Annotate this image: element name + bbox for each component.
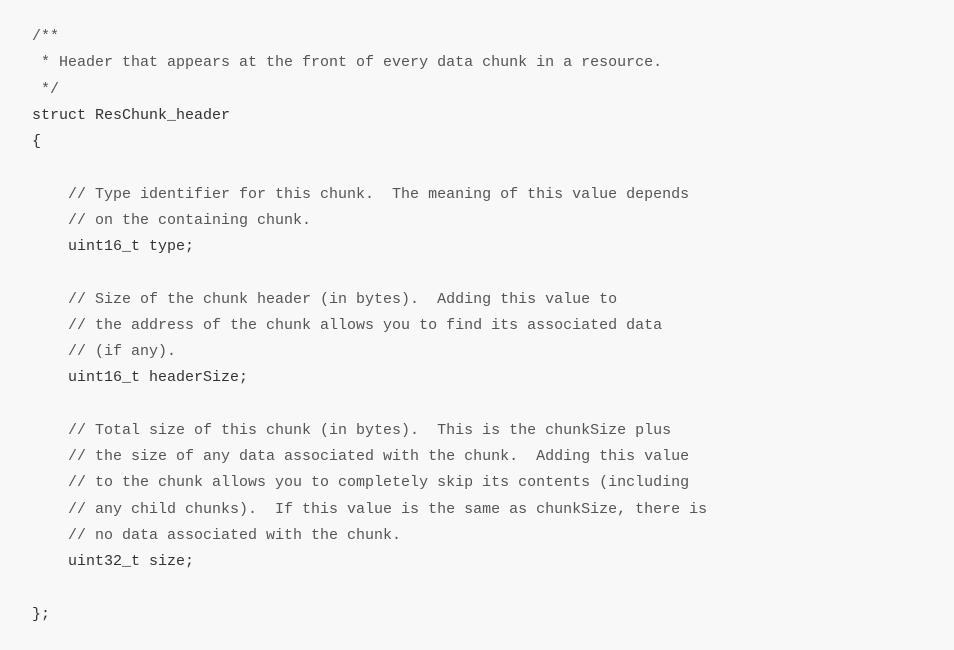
code-line: // Size of the chunk header (in bytes). … [32, 291, 617, 308]
code-line: // no data associated with the chunk. [32, 527, 401, 544]
code-line: { [32, 133, 41, 150]
code-line: // to the chunk allows you to completely… [32, 474, 689, 491]
code-line: // (if any). [32, 343, 176, 360]
code-line: // the address of the chunk allows you t… [32, 317, 662, 334]
code-line: // any child chunks). If this value is t… [32, 501, 707, 518]
code-line: */ [32, 81, 59, 98]
code-line: // Type identifier for this chunk. The m… [32, 186, 689, 203]
code-line: // on the containing chunk. [32, 212, 311, 229]
code-line: struct ResChunk_header [32, 107, 230, 124]
code-container: /** * Header that appears at the front o… [0, 0, 954, 650]
code-line: // the size of any data associated with … [32, 448, 689, 465]
code-line: // Total size of this chunk (in bytes). … [32, 422, 671, 439]
code-line: uint16_t type; [32, 238, 194, 255]
code-line: /** [32, 28, 59, 45]
code-line: uint16_t headerSize; [32, 369, 248, 386]
code-block: /** * Header that appears at the front o… [32, 24, 922, 628]
code-line: uint32_t size; [32, 553, 194, 570]
code-line: }; [32, 606, 50, 623]
code-line: * Header that appears at the front of ev… [32, 54, 662, 71]
